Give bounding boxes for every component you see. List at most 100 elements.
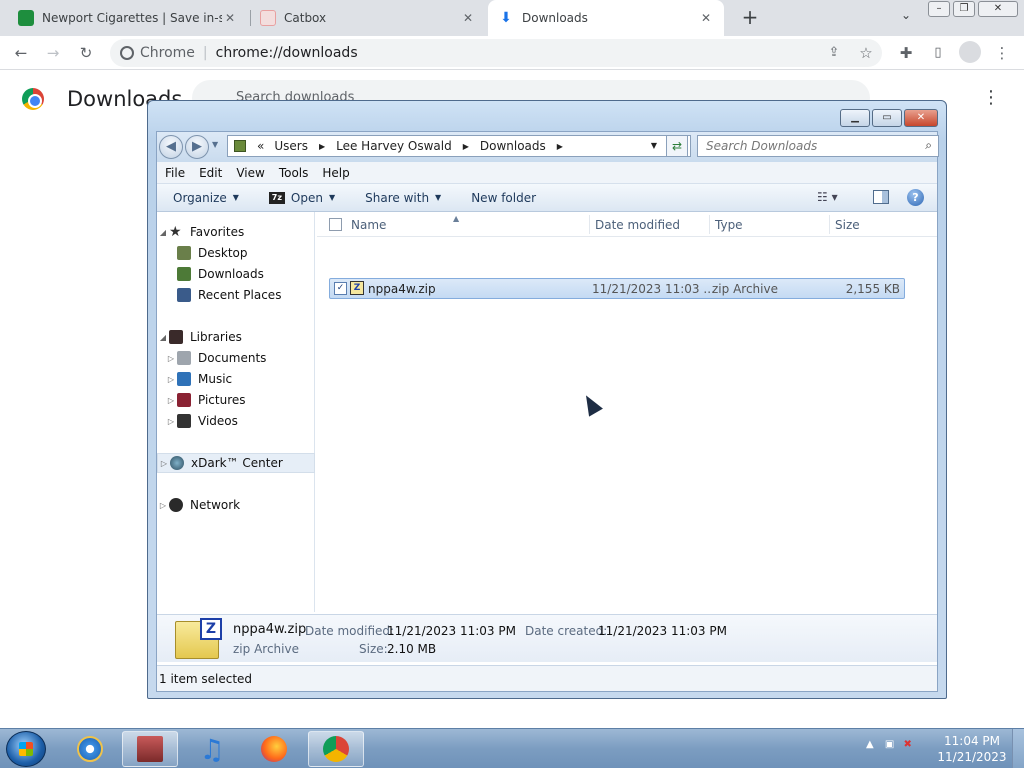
row-checkbox[interactable]: ✓ xyxy=(334,282,347,295)
tab-downloads[interactable]: ⬇ Downloads ✕ xyxy=(488,0,724,36)
side-panel-icon[interactable]: ▯ xyxy=(926,41,950,65)
address-bar[interactable]: « Users ▶ Lee Harvey Oswald ▶ Downloads … xyxy=(227,135,691,157)
nav-xdark-center[interactable]: ▷ xDark™ Center xyxy=(157,453,315,473)
explorer-back-icon[interactable]: ◀ xyxy=(159,135,183,159)
share-with-button[interactable]: Share with ▼ xyxy=(365,191,441,205)
preview-pane-icon[interactable] xyxy=(873,190,889,204)
expand-icon[interactable]: ▷ xyxy=(165,354,177,363)
tab-catbox[interactable]: Catbox ✕ xyxy=(250,0,486,36)
expand-icon[interactable]: ▷ xyxy=(165,396,177,405)
expand-icon[interactable]: ◢ xyxy=(157,228,169,237)
volume-muted-icon[interactable]: ✖ xyxy=(904,739,912,750)
explorer-minimize-button[interactable]: ▁ xyxy=(840,109,870,127)
minimize-button[interactable]: – xyxy=(928,1,950,17)
file-row[interactable]: ✓ Z nppa4w.zip 11/21/2023 11:03 ... zip … xyxy=(329,278,905,299)
network-tray-icon[interactable]: ▣ xyxy=(885,739,894,750)
show-desktop-button[interactable] xyxy=(1012,729,1024,768)
refresh-icon[interactable]: ⇄ xyxy=(666,135,688,157)
omnibox[interactable]: Chrome | chrome://downloads xyxy=(110,39,882,67)
tab-search-chevron-icon[interactable]: ⌄ xyxy=(896,8,916,28)
column-name[interactable]: Name xyxy=(351,218,386,232)
column-header-row: Name Date modified Type Size xyxy=(317,212,937,237)
details-pane: Z nppa4w.zip zip Archive Date modified: … xyxy=(157,614,937,662)
breadcrumb-arrow-icon[interactable]: ▶ xyxy=(557,142,563,151)
new-folder-button[interactable]: New folder xyxy=(471,191,536,205)
file-name[interactable]: nppa4w.zip xyxy=(368,282,436,296)
profile-avatar[interactable] xyxy=(959,41,981,63)
browser-menu-icon[interactable]: ⋮ xyxy=(990,41,1014,65)
open-label: Open xyxy=(290,190,323,205)
help-icon[interactable]: ? xyxy=(907,189,924,206)
close-icon[interactable]: ✕ xyxy=(222,11,238,25)
omnibox-site: Chrome xyxy=(140,45,195,61)
nav-videos[interactable]: ▷ Videos xyxy=(157,411,315,431)
breadcrumb-user[interactable]: Lee Harvey Oswald xyxy=(336,139,452,153)
breadcrumb-arrow-icon[interactable]: ▶ xyxy=(463,142,469,151)
tab-newport[interactable]: Newport Cigarettes | Save in-sto ✕ xyxy=(8,0,248,36)
explorer-maximize-button[interactable]: ▭ xyxy=(872,109,902,127)
expand-icon[interactable]: ▷ xyxy=(157,501,169,510)
column-size[interactable]: Size xyxy=(835,218,860,232)
menu-edit[interactable]: Edit xyxy=(199,166,222,180)
breadcrumb-overflow[interactable]: « xyxy=(257,139,264,153)
taskbar-internet-explorer[interactable] xyxy=(62,731,118,767)
organize-button[interactable]: Organize ▼ xyxy=(173,191,239,205)
nav-label: xDark™ Center xyxy=(191,456,283,470)
taskbar-chrome[interactable] xyxy=(308,731,364,767)
clock[interactable]: 11:04 PM 11/21/2023 xyxy=(934,733,1010,765)
back-icon[interactable]: ← xyxy=(9,41,33,65)
taskbar-firefox[interactable] xyxy=(246,731,302,767)
tray-expand-icon[interactable]: ▲ xyxy=(866,739,874,750)
column-type[interactable]: Type xyxy=(715,218,743,232)
address-dropdown-icon[interactable]: ▼ xyxy=(647,136,661,156)
open-button[interactable]: 7z Open ▼ xyxy=(268,190,335,205)
downloads-menu-icon[interactable]: ⋮ xyxy=(982,88,1000,110)
breadcrumb-downloads[interactable]: Downloads xyxy=(480,139,546,153)
restore-button[interactable]: ❐ xyxy=(953,1,975,17)
reload-icon[interactable]: ↻ xyxy=(74,41,98,65)
nav-music[interactable]: ▷ Music xyxy=(157,369,315,389)
internet-explorer-icon xyxy=(77,736,103,762)
nav-network[interactable]: ▷ Network xyxy=(157,495,315,515)
nav-pictures[interactable]: ▷ Pictures xyxy=(157,390,315,410)
close-icon[interactable]: ✕ xyxy=(698,11,714,25)
column-date-modified[interactable]: Date modified xyxy=(595,218,680,232)
close-window-button[interactable]: ✕ xyxy=(978,1,1018,17)
forward-icon[interactable]: → xyxy=(41,41,65,65)
nav-libraries[interactable]: ◢ Libraries xyxy=(157,327,315,347)
explorer-search-placeholder: Search Downloads xyxy=(706,139,818,153)
pictures-icon xyxy=(177,393,191,407)
menu-view[interactable]: View xyxy=(236,166,264,180)
explorer-search-input[interactable]: Search Downloads ⌕ xyxy=(697,135,939,157)
menu-file[interactable]: File xyxy=(165,166,185,180)
extensions-icon[interactable]: ✚ xyxy=(894,41,918,65)
expand-icon[interactable]: ▷ xyxy=(165,375,177,384)
change-view-icon[interactable]: ☷ ▾ xyxy=(817,190,838,204)
bookmark-star-icon[interactable]: ☆ xyxy=(854,41,878,65)
taskbar-itunes[interactable]: ♫ xyxy=(184,731,240,767)
nav-downloads[interactable]: Downloads xyxy=(157,264,315,284)
navigation-pane: ◢ ★ Favorites Desktop Downloads Recent Pla… xyxy=(157,212,315,612)
taskbar-explorer[interactable] xyxy=(122,731,178,767)
new-tab-button[interactable]: + xyxy=(738,6,762,30)
expand-icon[interactable]: ◢ xyxy=(157,333,169,342)
newport-favicon-icon xyxy=(18,10,34,26)
expand-icon[interactable]: ▷ xyxy=(165,417,177,426)
recent-pages-chevron-icon[interactable]: ▼ xyxy=(212,140,218,149)
close-icon[interactable]: ✕ xyxy=(460,11,476,25)
select-all-checkbox[interactable] xyxy=(329,218,342,231)
menu-help[interactable]: Help xyxy=(322,166,349,180)
expand-icon[interactable]: ▷ xyxy=(158,459,170,468)
catbox-favicon-icon xyxy=(260,10,276,26)
share-icon[interactable]: ⇪ xyxy=(822,41,846,65)
nav-desktop[interactable]: Desktop xyxy=(157,243,315,263)
menu-tools[interactable]: Tools xyxy=(279,166,309,180)
breadcrumb-arrow-icon[interactable]: ▶ xyxy=(319,142,325,151)
explorer-close-button[interactable]: ✕ xyxy=(904,109,938,127)
nav-favorites[interactable]: ◢ ★ Favorites xyxy=(157,222,315,242)
nav-recent-places[interactable]: Recent Places xyxy=(157,285,315,305)
nav-documents[interactable]: ▷ Documents xyxy=(157,348,315,368)
breadcrumb-users[interactable]: Users xyxy=(274,139,308,153)
start-button[interactable] xyxy=(6,731,46,767)
explorer-forward-icon[interactable]: ▶ xyxy=(185,135,209,159)
